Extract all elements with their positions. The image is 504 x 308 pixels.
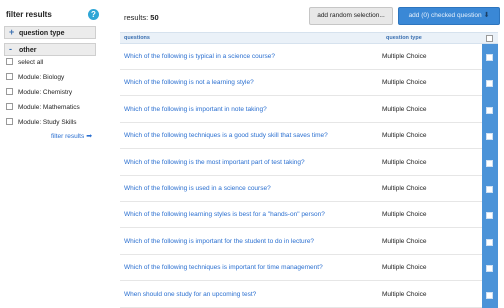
option-label: select all bbox=[18, 59, 44, 66]
question-link[interactable]: Which of the following is the most impor… bbox=[124, 159, 305, 166]
table-row: Which of the following learning styles i… bbox=[120, 202, 482, 228]
table-row: Which of the following is important in n… bbox=[120, 97, 482, 123]
add-random-selection-button[interactable]: add random selection... bbox=[309, 7, 393, 25]
table-row: When should one study for an upcoming te… bbox=[120, 282, 482, 308]
option-label: Module: Mathematics bbox=[18, 104, 80, 111]
results-count: results: 50 bbox=[124, 13, 159, 22]
facet-question-type[interactable]: + question type bbox=[4, 26, 96, 39]
question-type: Multiple Choice bbox=[382, 159, 427, 166]
facet-other[interactable]: - other bbox=[4, 43, 96, 56]
table-row: Which of the following techniques is a g… bbox=[120, 123, 482, 149]
option-label: Module: Chemistry bbox=[18, 89, 73, 96]
download-icon: ⬇ bbox=[483, 12, 490, 19]
column-header-question-type[interactable]: question type bbox=[386, 33, 422, 44]
add-button-label: add (0) checked question bbox=[408, 12, 482, 19]
question-type: Multiple Choice bbox=[382, 291, 427, 298]
table-row: Which of the following is typical in a s… bbox=[120, 44, 482, 70]
filter-title: filter results bbox=[6, 10, 52, 19]
table-row: Which of the following is used in a scie… bbox=[120, 176, 482, 202]
option-module-study-skills[interactable]: Module: Study Skills bbox=[6, 117, 77, 129]
row-checkbox[interactable] bbox=[486, 54, 493, 61]
table-header: questions question type bbox=[120, 32, 498, 44]
table-row: Which of the following is not a learning… bbox=[120, 70, 482, 96]
question-link[interactable]: When should one study for an upcoming te… bbox=[124, 291, 256, 298]
table-row: Which of the following techniques is imp… bbox=[120, 255, 482, 281]
question-type: Multiple Choice bbox=[382, 79, 427, 86]
question-type: Multiple Choice bbox=[382, 264, 427, 271]
results-number: 50 bbox=[150, 13, 159, 22]
expand-icon: + bbox=[9, 27, 15, 37]
checkbox[interactable] bbox=[6, 58, 13, 66]
help-icon[interactable]: ? bbox=[88, 9, 99, 20]
question-type: Multiple Choice bbox=[382, 132, 427, 139]
row-checkbox[interactable] bbox=[486, 186, 493, 193]
question-link[interactable]: Which of the following is typical in a s… bbox=[124, 53, 275, 60]
option-label: Module: Study Skills bbox=[18, 119, 77, 126]
row-checkbox[interactable] bbox=[486, 80, 493, 87]
question-link[interactable]: Which of the following learning styles i… bbox=[124, 211, 325, 218]
question-link[interactable]: Which of the following is important for … bbox=[124, 238, 314, 245]
option-label: Module: Biology bbox=[18, 74, 65, 81]
add-checked-questions-button[interactable]: add (0) checked question ⬇ bbox=[398, 7, 500, 25]
row-checkbox[interactable] bbox=[486, 160, 493, 167]
results-label: results: bbox=[124, 13, 149, 22]
question-link[interactable]: Which of the following is important in n… bbox=[124, 106, 267, 113]
row-checkbox[interactable] bbox=[486, 107, 493, 114]
row-checkbox[interactable] bbox=[486, 292, 493, 299]
filter-results-link[interactable]: filter results ➡ bbox=[51, 132, 92, 140]
row-checkbox[interactable] bbox=[486, 133, 493, 140]
facet-label: question type bbox=[18, 30, 65, 37]
question-link[interactable]: Which of the following techniques is imp… bbox=[124, 264, 323, 271]
filter-link-label: filter results bbox=[51, 133, 85, 140]
checkbox[interactable] bbox=[6, 73, 13, 81]
row-checkbox[interactable] bbox=[486, 212, 493, 219]
collapse-icon: - bbox=[9, 44, 12, 54]
question-link[interactable]: Which of the following is used in a scie… bbox=[124, 185, 271, 192]
question-type: Multiple Choice bbox=[382, 211, 427, 218]
facet-label: other bbox=[18, 47, 37, 54]
option-module-biology[interactable]: Module: Biology bbox=[6, 72, 64, 84]
question-link[interactable]: Which of the following is not a learning… bbox=[124, 79, 254, 86]
question-link[interactable]: Which of the following techniques is a g… bbox=[124, 132, 328, 139]
row-checkbox[interactable] bbox=[486, 239, 493, 246]
checkbox[interactable] bbox=[6, 118, 13, 126]
select-all-checkbox[interactable] bbox=[486, 35, 493, 42]
arrow-right-icon: ➡ bbox=[86, 133, 93, 140]
option-module-mathematics[interactable]: Module: Mathematics bbox=[6, 102, 80, 114]
question-type: Multiple Choice bbox=[382, 185, 427, 192]
checkbox[interactable] bbox=[6, 88, 13, 96]
row-checkbox[interactable] bbox=[486, 265, 493, 272]
filter-sidebar: filter results ? + question type - other… bbox=[0, 0, 104, 308]
question-type: Multiple Choice bbox=[382, 238, 427, 245]
checkbox[interactable] bbox=[6, 103, 13, 111]
option-module-chemistry[interactable]: Module: Chemistry bbox=[6, 87, 72, 99]
question-type: Multiple Choice bbox=[382, 106, 427, 113]
column-header-questions[interactable]: questions bbox=[124, 33, 150, 44]
question-type: Multiple Choice bbox=[382, 53, 427, 60]
table-row: Which of the following is the most impor… bbox=[120, 150, 482, 176]
table-row: Which of the following is important for … bbox=[120, 229, 482, 255]
option-select-all[interactable]: select all bbox=[6, 57, 43, 69]
